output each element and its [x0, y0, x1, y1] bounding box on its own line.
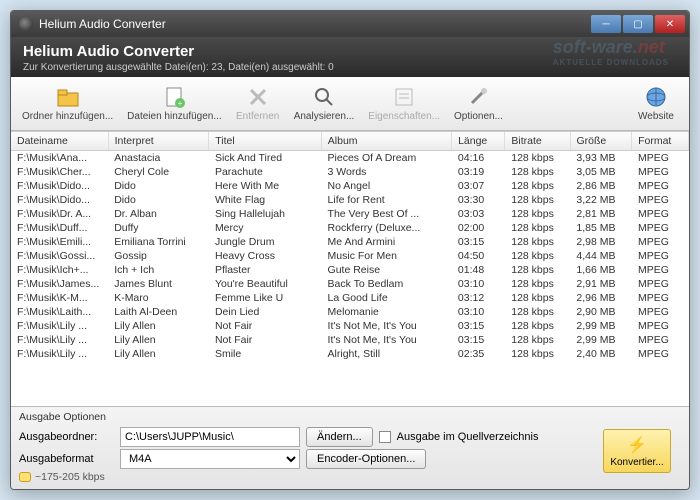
output-folder-label: Ausgabeordner:: [19, 431, 114, 443]
file-list: DateinameInterpretTitelAlbumLängeBitrate…: [11, 131, 689, 406]
table-row[interactable]: F:\Musik\Lily ...Lily AllenNot FairIt's …: [11, 319, 689, 333]
column-header[interactable]: Bitrate: [505, 132, 570, 151]
table-row[interactable]: F:\Musik\Cher...Cheryl ColeParachute3 Wo…: [11, 165, 689, 179]
source-dir-label: Ausgabe im Quellverzeichnis: [397, 431, 539, 443]
column-header[interactable]: Titel: [209, 132, 322, 151]
table-row[interactable]: F:\Musik\Ana...AnastaciaSick And TiredPi…: [11, 151, 689, 165]
folder-add-icon: [56, 85, 80, 109]
remove-button[interactable]: Entfernen: [229, 79, 287, 128]
header: Helium Audio Converter Zur Konvertierung…: [11, 37, 689, 77]
tools-icon: [466, 85, 490, 109]
column-header[interactable]: Album: [321, 132, 451, 151]
app-icon: [19, 17, 33, 31]
file-list-scroll[interactable]: F:\Musik\Ana...AnastaciaSick And TiredPi…: [11, 151, 689, 406]
table-row[interactable]: F:\Musik\James...James BluntYou're Beaut…: [11, 277, 689, 291]
properties-icon: [392, 85, 416, 109]
table-row[interactable]: F:\Musik\Laith...Laith Al-DeenDein LiedM…: [11, 305, 689, 319]
column-header[interactable]: Länge: [452, 132, 505, 151]
output-format-select[interactable]: M4A: [120, 449, 300, 469]
page-title: Helium Audio Converter: [23, 43, 677, 60]
app-window: Helium Audio Converter ─ ▢ ✕ Helium Audi…: [10, 10, 690, 490]
table-row[interactable]: F:\Musik\Lily ...Lily AllenSmileAlright,…: [11, 347, 689, 361]
svg-text:+: +: [178, 99, 183, 108]
encoder-options-button[interactable]: Encoder-Optionen...: [306, 449, 426, 469]
table-row[interactable]: F:\Musik\Dido...DidoWhite FlagLife for R…: [11, 193, 689, 207]
analyze-button[interactable]: Analysieren...: [287, 79, 362, 128]
website-button[interactable]: Website: [627, 79, 685, 128]
status-text: Zur Konvertierung ausgewählte Datei(en):…: [23, 62, 677, 73]
output-options: Ausgabe Optionen Ausgabeordner: Ändern..…: [11, 406, 689, 489]
table-row[interactable]: F:\Musik\Duff...DuffyMercyRockferry (Del…: [11, 221, 689, 235]
output-folder-input[interactable]: [120, 427, 300, 447]
remove-icon: [246, 85, 270, 109]
table-row[interactable]: F:\Musik\Ich+...Ich + IchPflasterGute Re…: [11, 263, 689, 277]
bitrate-hint: ~175-205 kbps: [35, 471, 105, 483]
close-button[interactable]: ✕: [655, 15, 685, 33]
change-folder-button[interactable]: Ändern...: [306, 427, 373, 447]
toolbar: Ordner hinzufügen... + Dateien hinzufüge…: [11, 77, 689, 131]
magnifier-icon: [312, 85, 336, 109]
table-row[interactable]: F:\Musik\Lily ...Lily AllenNot FairIt's …: [11, 333, 689, 347]
table-row[interactable]: F:\Musik\Gossi...GossipHeavy CrossMusic …: [11, 249, 689, 263]
add-folder-button[interactable]: Ordner hinzufügen...: [15, 79, 120, 128]
hint-icon: [19, 472, 31, 482]
column-header[interactable]: Interpret: [108, 132, 209, 151]
properties-button[interactable]: Eigenschaften...: [361, 79, 447, 128]
table-row[interactable]: F:\Musik\Dido...DidoHere With MeNo Angel…: [11, 179, 689, 193]
column-header[interactable]: Größe: [570, 132, 632, 151]
output-group-label: Ausgabe Optionen: [19, 411, 681, 423]
maximize-button[interactable]: ▢: [623, 15, 653, 33]
bolt-icon: ⚡: [627, 435, 647, 455]
options-button[interactable]: Optionen...: [447, 79, 510, 128]
column-header[interactable]: Dateiname: [11, 132, 108, 151]
table-row[interactable]: F:\Musik\Emili...Emiliana TorriniJungle …: [11, 235, 689, 249]
column-header[interactable]: Format: [632, 132, 689, 151]
add-files-button[interactable]: + Dateien hinzufügen...: [120, 79, 229, 128]
window-title: Helium Audio Converter: [39, 17, 591, 31]
table-row[interactable]: F:\Musik\K-M...K-MaroFemme Like ULa Good…: [11, 291, 689, 305]
source-dir-checkbox[interactable]: [379, 431, 391, 443]
table-row[interactable]: F:\Musik\Dr. A...Dr. AlbanSing Halleluja…: [11, 207, 689, 221]
minimize-button[interactable]: ─: [591, 15, 621, 33]
file-add-icon: +: [162, 85, 186, 109]
globe-icon: [644, 85, 668, 109]
titlebar[interactable]: Helium Audio Converter ─ ▢ ✕: [11, 11, 689, 37]
output-format-label: Ausgabeformat: [19, 453, 114, 465]
convert-button[interactable]: ⚡ Konvertier...: [603, 429, 671, 473]
